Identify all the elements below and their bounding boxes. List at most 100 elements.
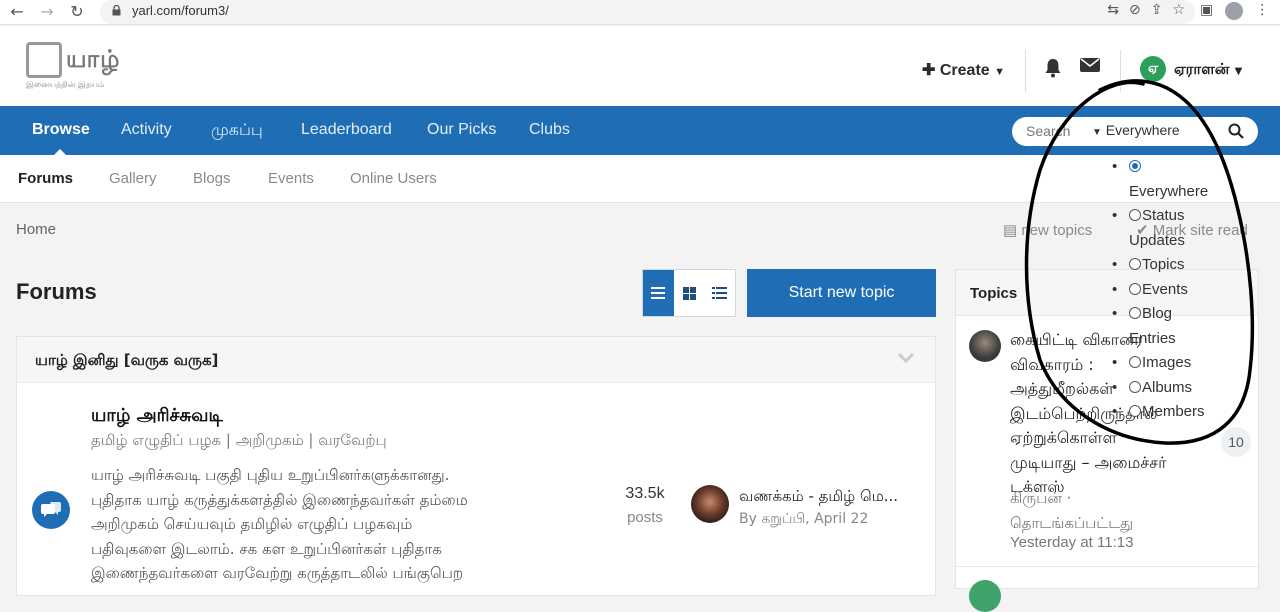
description-line: யாழ் அரிச்சுவடி பகுதி புதிய உறுப்பினர்கள…	[91, 466, 450, 484]
search-box: ▼ Everywhere	[1012, 117, 1258, 146]
search-scope-option[interactable]: Blog	[1112, 302, 1252, 327]
description-line: பதிவுகளை இடலாம். சக கள உறுப்பினர்கள் புத…	[91, 539, 442, 558]
last-post-title[interactable]: வணக்கம் - தமிழ் மெ...	[739, 487, 898, 507]
radio-button[interactable]	[1129, 160, 1141, 172]
forum-subtitle: தமிழ் எழுதிப் பழக | அறிமுகம் | வரவேற்பு	[91, 431, 387, 449]
newspaper-icon: ▤	[1003, 222, 1018, 239]
subnav-gallery[interactable]: Gallery	[109, 170, 157, 187]
search-input[interactable]	[1026, 123, 1076, 139]
subnav-online-users[interactable]: Online Users	[350, 170, 437, 187]
page-title: Forums	[16, 279, 97, 304]
view-list-button[interactable]	[704, 270, 735, 316]
radio-button[interactable]	[1129, 356, 1141, 368]
option-label: Status	[1142, 207, 1185, 224]
new-topics-link[interactable]: ▤ new topics	[1003, 221, 1092, 239]
option-label: Images	[1142, 354, 1192, 371]
nav-browse[interactable]: Browse	[32, 121, 90, 139]
mail-icon[interactable]	[1080, 57, 1100, 78]
search-scope-option[interactable]: Images	[1112, 351, 1252, 376]
topic-byline: கிருபன் · தொடங்கப்பட்டது	[1010, 486, 1210, 535]
start-new-topic-button[interactable]: Start new topic	[747, 269, 936, 317]
lock-icon	[112, 5, 121, 16]
bell-icon[interactable]	[1044, 58, 1062, 83]
view-grid-button[interactable]	[674, 270, 705, 316]
topic-time: Yesterday at 11:13	[1010, 534, 1134, 551]
forum-title[interactable]: யாழ் அரிச்சுவடி	[91, 405, 223, 428]
radio-button[interactable]	[1129, 258, 1141, 270]
breadcrumb-home[interactable]: Home	[16, 221, 56, 238]
search-scope-option[interactable]: Status	[1112, 204, 1252, 229]
last-poster-avatar[interactable]	[691, 485, 729, 523]
chevron-down-icon[interactable]	[897, 349, 915, 367]
posts-label: posts	[627, 509, 663, 526]
profile-icon[interactable]	[1225, 2, 1244, 20]
search-scope-option[interactable]: Events	[1112, 278, 1252, 303]
menu-icon[interactable]: ⋮	[1255, 2, 1269, 20]
search-scope-option: Updates	[1112, 229, 1252, 254]
view-table-button[interactable]	[643, 270, 674, 316]
search-scope-select[interactable]: ▼ Everywhere	[1092, 122, 1180, 138]
radio-button[interactable]	[1129, 307, 1141, 319]
posts-count: 33.5k	[625, 485, 665, 502]
address-bar[interactable]: yarl.com/forum3/ ⇆ ⊘ ⇪ ☆	[100, 0, 1195, 24]
topic-author[interactable]: கிருபன் ·	[1010, 486, 1210, 511]
search-scope-option[interactable]: Members	[1112, 400, 1252, 425]
topic-author-avatar[interactable]	[969, 580, 1001, 612]
chat-bubbles-icon	[41, 502, 61, 517]
logo-subtitle: இனையத்தின் இதயம்	[26, 80, 105, 89]
star-icon[interactable]: ☆	[1172, 2, 1185, 18]
subnav-blogs[interactable]: Blogs	[193, 170, 231, 187]
subnav-events[interactable]: Events	[268, 170, 314, 187]
search-scope-option[interactable]	[1112, 155, 1252, 180]
search-scope-option[interactable]: Topics	[1112, 253, 1252, 278]
option-label: Albums	[1142, 378, 1193, 396]
nav-activity[interactable]: Activity	[121, 121, 172, 139]
radio-button[interactable]	[1129, 405, 1141, 417]
category-header[interactable]: யாழ் இனிது [வருக வருக]	[17, 337, 935, 383]
site-logo[interactable]: யாழ் இனையத்தின் இதயம்	[26, 42, 146, 94]
sidebar-icon[interactable]: ▣	[1200, 2, 1213, 20]
caret-down-icon: ▼	[1234, 66, 1243, 77]
radio-button[interactable]	[1129, 282, 1141, 295]
plus-icon: ✚	[922, 62, 936, 79]
divider	[1025, 50, 1026, 92]
divider	[1120, 50, 1121, 92]
topic-author-avatar[interactable]	[969, 330, 1001, 362]
search-scope-option: Entries	[1112, 327, 1252, 352]
back-icon[interactable]: ←	[6, 2, 28, 22]
search-scope-option[interactable]: Albums	[1112, 376, 1252, 401]
nav-home-tamil[interactable]: முகப்பு	[211, 121, 263, 141]
share-icon[interactable]: ⇪	[1151, 2, 1163, 18]
eye-off-icon[interactable]: ⊘	[1129, 2, 1141, 18]
user-menu[interactable]: ஏராளன் ▼	[1174, 60, 1242, 80]
create-button[interactable]: ✚ Create ▼	[922, 60, 1005, 80]
table-view-icon	[651, 287, 666, 299]
nav-clubs[interactable]: Clubs	[529, 121, 570, 139]
reload-icon[interactable]: ↻	[66, 2, 88, 22]
translate-icon[interactable]: ⇆	[1107, 2, 1119, 18]
search-scope-label: Everywhere	[1105, 122, 1180, 138]
search-scope-option: Everywhere	[1112, 180, 1252, 205]
list-view-icon	[712, 287, 728, 299]
reply-count-badge: 10	[1221, 427, 1251, 457]
radio-button[interactable]	[1129, 380, 1141, 393]
option-label: Events	[1142, 280, 1188, 298]
create-label: Create	[939, 62, 990, 79]
search-icon[interactable]	[1228, 123, 1244, 139]
forum-description: யாழ் அரிச்சுவடி பகுதி புதிய உறுப்பினர்கள…	[91, 463, 571, 586]
nav-our-picks[interactable]: Our Picks	[427, 121, 496, 139]
browser-toolbar: ← → ↻ yarl.com/forum3/ ⇆ ⊘ ⇪ ☆ ▣ ⋮	[0, 0, 1280, 25]
logo-text: யாழ்	[66, 44, 121, 73]
url-text: yarl.com/forum3/	[132, 3, 229, 18]
nav-leaderboard[interactable]: Leaderboard	[301, 121, 392, 139]
description-line: புதிதாக யாழ் கருத்துக்களத்தில் இணைந்தவர்…	[91, 490, 468, 509]
radio-button[interactable]	[1129, 209, 1141, 221]
caret-down-icon: ▼	[1092, 127, 1102, 138]
user-avatar[interactable]: ஏ	[1140, 56, 1166, 82]
subnav-forums[interactable]: Forums	[18, 170, 73, 187]
topic-started-label: தொடங்கப்பட்டது	[1010, 513, 1134, 532]
option-label: Everywhere	[1129, 182, 1209, 200]
topic-title-line: ஏற்றுக்கொள்ள	[1010, 428, 1117, 447]
category-title[interactable]: யாழ் இனிது [வருக வருக]	[35, 351, 218, 371]
forward-icon[interactable]: →	[36, 2, 58, 22]
